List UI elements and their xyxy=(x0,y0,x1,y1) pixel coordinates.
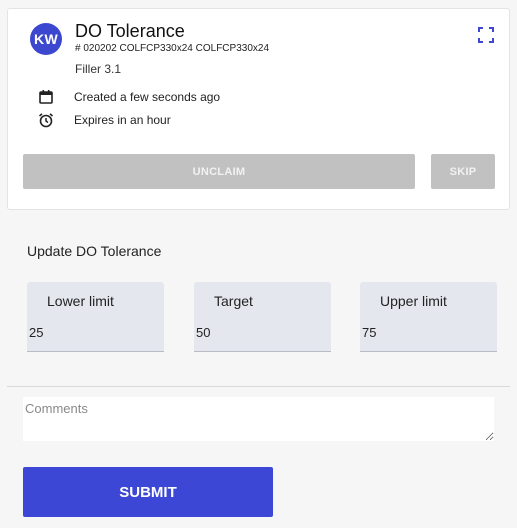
comments-field[interactable] xyxy=(23,397,494,441)
task-title: DO Tolerance xyxy=(75,21,185,41)
expires-text: Expires in an hour xyxy=(74,113,171,127)
divider xyxy=(7,386,510,387)
expand-icon[interactable] xyxy=(478,27,494,43)
expires-row: Expires in an hour xyxy=(38,112,171,128)
created-text: Created a few seconds ago xyxy=(74,90,221,104)
task-id: # 020202 COLFCP330x24 COLFCP330x24 xyxy=(75,43,270,54)
avatar: KW xyxy=(30,23,62,55)
unclaim-button[interactable]: UNCLAIM xyxy=(23,154,415,189)
section-title: Update DO Tolerance xyxy=(27,243,162,259)
created-row: Created a few seconds ago xyxy=(38,89,220,105)
lower-limit-label: Lower limit xyxy=(47,293,114,309)
upper-limit-value[interactable]: 75 xyxy=(362,325,376,340)
target-label: Target xyxy=(214,293,253,309)
lower-limit-value[interactable]: 25 xyxy=(29,325,43,340)
skip-button[interactable]: SKIP xyxy=(431,154,495,189)
task-card: KW DO Tolerance # 020202 COLFCP330x24 CO… xyxy=(7,8,510,210)
calendar-icon xyxy=(39,90,53,104)
target-value[interactable]: 50 xyxy=(196,325,210,340)
task-subtitle: Filler 3.1 xyxy=(75,62,122,76)
submit-button[interactable]: SUBMIT xyxy=(23,467,273,517)
alarm-clock-icon xyxy=(38,113,54,128)
target-field[interactable]: Target 50 xyxy=(194,282,331,352)
upper-limit-field[interactable]: Upper limit 75 xyxy=(360,282,497,352)
lower-limit-field[interactable]: Lower limit 25 xyxy=(27,282,164,352)
upper-limit-label: Upper limit xyxy=(380,293,447,309)
